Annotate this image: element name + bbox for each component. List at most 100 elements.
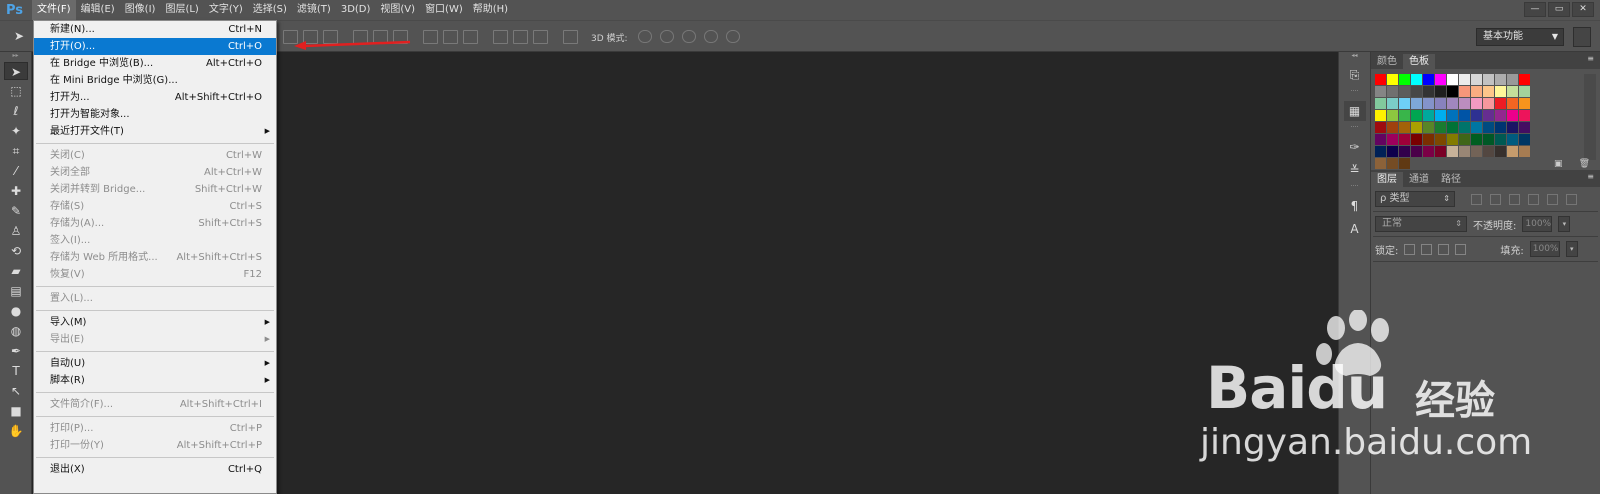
- clone-stamp-tool-icon[interactable]: ♙: [4, 222, 28, 240]
- color-swatch[interactable]: [1471, 110, 1482, 121]
- color-swatch[interactable]: [1423, 146, 1434, 157]
- color-swatch[interactable]: [1495, 122, 1506, 133]
- color-swatch[interactable]: [1399, 74, 1410, 85]
- color-swatch[interactable]: [1435, 86, 1446, 97]
- color-swatch[interactable]: [1447, 134, 1458, 145]
- menu-2[interactable]: 图像(I): [120, 0, 161, 20]
- color-swatch[interactable]: [1411, 134, 1422, 145]
- filter-toggle-icon[interactable]: [1566, 193, 1577, 205]
- pixel-filter-icon[interactable]: [1471, 193, 1482, 205]
- color-swatch[interactable]: [1399, 122, 1410, 133]
- color-swatch[interactable]: [1387, 134, 1398, 145]
- drag-3d-icon[interactable]: [682, 30, 696, 43]
- color-swatch[interactable]: [1399, 134, 1410, 145]
- color-swatch[interactable]: [1375, 158, 1386, 169]
- close-button[interactable]: ✕: [1572, 2, 1594, 17]
- color-swatch[interactable]: [1387, 74, 1398, 85]
- color-swatch[interactable]: [1435, 122, 1446, 133]
- menu-7[interactable]: 3D(D): [336, 0, 376, 20]
- lock-all-icon[interactable]: [1455, 243, 1467, 255]
- color-swatch[interactable]: [1459, 86, 1470, 97]
- panel-menu-icon[interactable]: ≡: [1587, 172, 1594, 181]
- color-swatch[interactable]: [1435, 74, 1446, 85]
- file-menu-item[interactable]: 导入(M) ▶: [34, 314, 276, 331]
- auto-align-icon[interactable]: [563, 30, 578, 44]
- marquee-tool-icon[interactable]: ⬚: [4, 82, 28, 100]
- color-swatch[interactable]: [1459, 134, 1470, 145]
- restore-button[interactable]: ▭: [1548, 2, 1570, 17]
- menu-4[interactable]: 文字(Y): [204, 0, 248, 20]
- color-swatch[interactable]: [1483, 146, 1494, 157]
- color-swatch[interactable]: [1483, 110, 1494, 121]
- menu-9[interactable]: 窗口(W): [420, 0, 468, 20]
- color-swatch[interactable]: [1423, 110, 1434, 121]
- menu-8[interactable]: 视图(V): [375, 0, 420, 20]
- color-swatch[interactable]: [1399, 158, 1410, 169]
- paragraph-icon[interactable]: A: [1344, 219, 1366, 239]
- distribute-bottom-icon[interactable]: [463, 30, 478, 44]
- strip-grip-icon[interactable]: ◂◂: [1339, 52, 1370, 62]
- menu-0[interactable]: 文件(F): [32, 0, 76, 20]
- color-swatch[interactable]: [1411, 98, 1422, 109]
- color-swatch[interactable]: [1375, 146, 1386, 157]
- lasso-tool-icon[interactable]: ℓ: [4, 102, 28, 120]
- color-swatch[interactable]: [1507, 122, 1518, 133]
- color-swatch[interactable]: [1375, 122, 1386, 133]
- opacity-field[interactable]: 100%: [1522, 216, 1553, 232]
- color-swatch[interactable]: [1483, 74, 1494, 85]
- adjustment-filter-icon[interactable]: [1490, 193, 1501, 205]
- color-swatch[interactable]: [1447, 110, 1458, 121]
- color-swatch[interactable]: [1459, 74, 1470, 85]
- color-swatch[interactable]: [1483, 86, 1494, 97]
- distribute-hcenter-icon[interactable]: [513, 30, 528, 44]
- distribute-right-icon[interactable]: [533, 30, 548, 44]
- fill-dropdown-button[interactable]: ▾: [1565, 241, 1578, 257]
- color-swatch[interactable]: [1387, 98, 1398, 109]
- menu-3[interactable]: 图层(L): [160, 0, 203, 20]
- color-swatch[interactable]: [1519, 110, 1530, 121]
- file-menu-item[interactable]: 在 Bridge 中浏览(B)... Alt+Ctrl+O: [34, 55, 276, 72]
- eraser-tool-icon[interactable]: ▰: [4, 262, 28, 280]
- color-swatch[interactable]: [1411, 146, 1422, 157]
- menu-1[interactable]: 编辑(E): [76, 0, 120, 20]
- lock-image-icon[interactable]: [1421, 243, 1433, 255]
- color-swatch[interactable]: [1495, 134, 1506, 145]
- file-menu-item[interactable]: 新建(N)... Ctrl+N: [34, 21, 276, 38]
- color-swatch[interactable]: [1507, 110, 1518, 121]
- tab-paths[interactable]: 路径: [1435, 172, 1467, 187]
- history-icon[interactable]: ⎘: [1344, 65, 1366, 85]
- color-swatch[interactable]: [1507, 146, 1518, 157]
- magic-wand-tool-icon[interactable]: ✦: [4, 122, 28, 140]
- swatch-scrollbar[interactable]: [1584, 74, 1596, 160]
- menu-10[interactable]: 帮助(H): [468, 0, 513, 20]
- tab-channels[interactable]: 通道: [1403, 172, 1435, 187]
- color-swatch[interactable]: [1519, 74, 1530, 85]
- layer-kind-select[interactable]: ρ 类型 ⇕: [1375, 191, 1455, 207]
- color-swatch[interactable]: [1483, 134, 1494, 145]
- distribute-top-icon[interactable]: [423, 30, 438, 44]
- color-swatch[interactable]: [1399, 110, 1410, 121]
- color-swatch[interactable]: [1411, 74, 1422, 85]
- minimize-button[interactable]: —: [1524, 2, 1546, 17]
- color-swatch[interactable]: [1435, 98, 1446, 109]
- color-swatch[interactable]: [1387, 158, 1398, 169]
- brush-tool-icon[interactable]: ✎: [4, 202, 28, 220]
- blur-tool-icon[interactable]: ●: [4, 302, 28, 320]
- rotate-3d-icon[interactable]: [638, 30, 652, 43]
- color-swatch[interactable]: [1423, 134, 1434, 145]
- color-swatch[interactable]: [1519, 86, 1530, 97]
- workspace-menu-button[interactable]: [1573, 27, 1591, 47]
- color-swatch[interactable]: [1447, 122, 1458, 133]
- color-swatch[interactable]: [1375, 110, 1386, 121]
- color-swatch[interactable]: [1459, 98, 1470, 109]
- delete-swatch-icon[interactable]: 🗑: [1579, 159, 1590, 169]
- color-swatch[interactable]: [1471, 86, 1482, 97]
- color-swatch[interactable]: [1375, 86, 1386, 97]
- shape-tool-icon[interactable]: ■: [4, 402, 28, 420]
- color-swatch[interactable]: [1459, 110, 1470, 121]
- color-swatch[interactable]: [1519, 146, 1530, 157]
- tab-layers[interactable]: 图层: [1371, 172, 1403, 187]
- color-swatch[interactable]: [1387, 86, 1398, 97]
- color-swatch[interactable]: [1519, 122, 1530, 133]
- lock-transparent-icon[interactable]: [1404, 243, 1416, 255]
